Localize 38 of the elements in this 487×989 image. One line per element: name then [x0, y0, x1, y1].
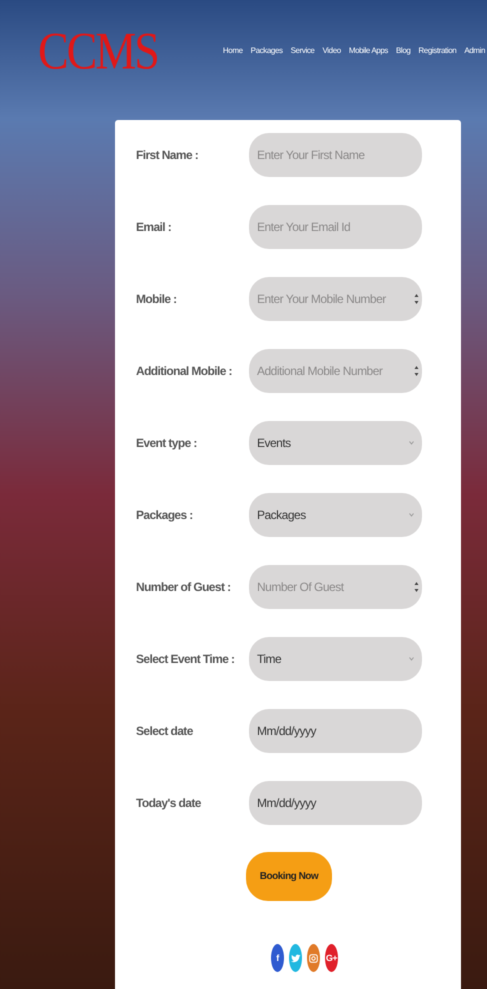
caret-icon: [409, 657, 414, 661]
text-field[interactable]: Enter Your Email Id: [249, 205, 422, 249]
nav-link[interactable]: Admin: [464, 46, 485, 54]
text-field[interactable]: Enter Your First Name: [249, 133, 422, 177]
select-field[interactable]: Time: [249, 637, 422, 681]
nav-link[interactable]: Registration: [418, 46, 456, 54]
number-field[interactable]: Number Of Guest: [249, 565, 422, 609]
field-label: Email :: [136, 220, 172, 234]
spinner-icon[interactable]: [414, 581, 419, 593]
select-field[interactable]: Events: [249, 421, 422, 465]
nav-link[interactable]: Service: [290, 46, 314, 54]
field-label: Additional Mobile :: [136, 364, 233, 378]
field-label: Mobile :: [136, 292, 178, 306]
field-label: Select date: [136, 724, 194, 738]
number-field[interactable]: Enter Your Mobile Number: [249, 277, 422, 321]
nav-link[interactable]: Video: [322, 46, 341, 54]
nav-link[interactable]: Home: [222, 46, 243, 54]
nav-link[interactable]: Mobile Apps: [348, 46, 388, 54]
field-label: First Name :: [136, 148, 200, 162]
caret-icon: [409, 513, 414, 517]
spinner-icon[interactable]: [414, 365, 419, 377]
field-label: Number of Guest :: [136, 580, 232, 594]
date-field[interactable]: Mm/dd/yyyy: [249, 709, 422, 753]
caret-icon: [409, 441, 414, 445]
googleplus-icon[interactable]: G+: [325, 944, 338, 972]
field-label: Today's date: [136, 796, 202, 810]
spinner-icon[interactable]: [414, 293, 419, 305]
field-label: Packages :: [136, 508, 194, 522]
booking-button[interactable]: Booking Now: [246, 852, 332, 901]
field-label: Select Event Time :: [136, 652, 236, 666]
facebook-icon[interactable]: f: [271, 944, 284, 972]
nav-link[interactable]: Packages: [250, 46, 283, 54]
nav-link[interactable]: Blog: [396, 46, 410, 54]
select-field[interactable]: Packages: [249, 493, 422, 537]
number-field[interactable]: Additional Mobile Number: [249, 349, 422, 393]
instagram-icon[interactable]: [307, 944, 320, 972]
date-field[interactable]: Mm/dd/yyyy: [249, 781, 422, 825]
field-label: Event type :: [136, 436, 198, 450]
